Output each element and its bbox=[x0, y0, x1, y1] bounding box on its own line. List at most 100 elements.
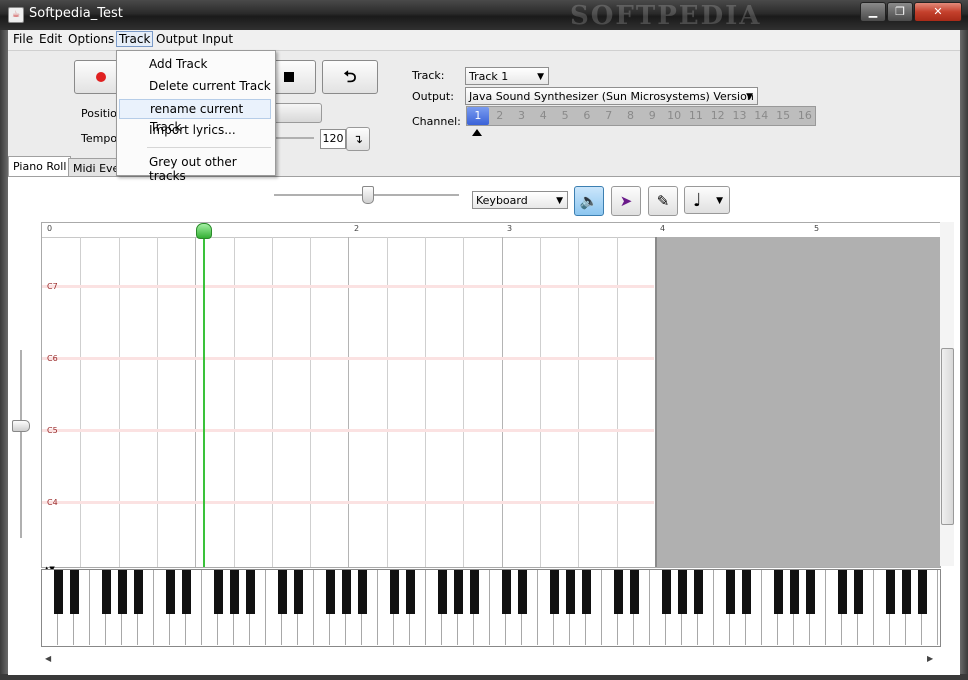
minimize-button[interactable]: ▁ bbox=[860, 2, 886, 22]
octave-line bbox=[42, 429, 654, 432]
black-key[interactable] bbox=[694, 570, 703, 614]
scroll-left-icon[interactable]: ◀ bbox=[45, 654, 51, 663]
piano-roll-grid[interactable]: 0 1 2 3 4 5 C7 C6 C5 C4 bbox=[41, 222, 941, 568]
close-button[interactable]: ✕ bbox=[914, 2, 962, 22]
speaker-toggle[interactable]: 🔈 bbox=[574, 186, 604, 216]
black-key[interactable] bbox=[582, 570, 591, 614]
bar-ruler[interactable]: 0 1 2 3 4 5 bbox=[42, 223, 940, 238]
black-key[interactable] bbox=[102, 570, 111, 614]
stop-icon bbox=[284, 72, 294, 82]
black-key[interactable] bbox=[406, 570, 415, 614]
black-key[interactable] bbox=[886, 570, 895, 614]
black-key[interactable] bbox=[774, 570, 783, 614]
select-tool-button[interactable]: ➤ bbox=[611, 186, 641, 216]
black-key[interactable] bbox=[214, 570, 223, 614]
black-key[interactable] bbox=[390, 570, 399, 614]
maximize-button[interactable]: ❐ bbox=[887, 2, 913, 22]
rewind-button[interactable]: ⮌ bbox=[322, 60, 378, 94]
black-key[interactable] bbox=[662, 570, 671, 614]
menu-input[interactable]: Input bbox=[200, 32, 235, 46]
black-key[interactable] bbox=[326, 570, 335, 614]
roll-vertical-scrollbar[interactable] bbox=[940, 222, 954, 566]
channel-11[interactable]: 11 bbox=[685, 107, 707, 125]
channel-15[interactable]: 15 bbox=[772, 107, 794, 125]
input-mode-select[interactable]: Keyboard ▼ bbox=[472, 191, 568, 209]
out-of-range-area bbox=[655, 237, 940, 567]
playhead-handle[interactable] bbox=[196, 223, 212, 239]
black-key[interactable] bbox=[726, 570, 735, 614]
black-key[interactable] bbox=[70, 570, 79, 614]
black-key[interactable] bbox=[454, 570, 463, 614]
channel-6[interactable]: 6 bbox=[576, 107, 598, 125]
black-key[interactable] bbox=[342, 570, 351, 614]
java-app-icon: ☕ bbox=[8, 7, 24, 23]
black-key[interactable] bbox=[550, 570, 559, 614]
black-key[interactable] bbox=[742, 570, 751, 614]
black-key[interactable] bbox=[838, 570, 847, 614]
black-key[interactable] bbox=[230, 570, 239, 614]
roll-vertical-scroll-thumb[interactable] bbox=[941, 348, 954, 525]
pencil-icon: ✎ bbox=[656, 192, 670, 210]
channel-9[interactable]: 9 bbox=[641, 107, 663, 125]
menu-output[interactable]: Output bbox=[154, 32, 200, 46]
vertical-zoom-thumb[interactable] bbox=[12, 420, 30, 432]
zoom-slider-thumb[interactable] bbox=[362, 186, 374, 204]
black-key[interactable] bbox=[902, 570, 911, 614]
menu-rename-current-track[interactable]: rename current Track bbox=[119, 99, 271, 134]
black-key[interactable] bbox=[790, 570, 799, 614]
channel-7[interactable]: 7 bbox=[598, 107, 620, 125]
piano-keyboard[interactable] bbox=[41, 569, 941, 647]
menu-file[interactable]: File bbox=[11, 32, 35, 46]
black-key[interactable] bbox=[294, 570, 303, 614]
tempo-apply-button[interactable]: ↴ bbox=[346, 127, 370, 151]
scroll-right-icon[interactable]: ▶ bbox=[927, 654, 933, 663]
menu-add-track[interactable]: Add Track bbox=[149, 57, 207, 71]
channel-1[interactable]: 1 bbox=[467, 107, 489, 125]
roll-horizontal-scrollbar[interactable]: ◀ ▶ bbox=[41, 652, 939, 666]
menu-delete-current-track[interactable]: Delete current Track bbox=[149, 79, 271, 93]
output-select[interactable]: Java Sound Synthesizer (Sun Microsystems… bbox=[465, 87, 758, 121]
black-key[interactable] bbox=[246, 570, 255, 614]
black-key[interactable] bbox=[278, 570, 287, 614]
tab-midi-events[interactable]: Midi Events bbox=[68, 158, 122, 177]
track-select[interactable]: Track 1 ▼ bbox=[465, 67, 549, 85]
black-key[interactable] bbox=[166, 570, 175, 614]
black-key[interactable] bbox=[918, 570, 927, 614]
channel-3[interactable]: 3 bbox=[511, 107, 533, 125]
black-key[interactable] bbox=[614, 570, 623, 614]
black-key[interactable] bbox=[134, 570, 143, 614]
black-key[interactable] bbox=[854, 570, 863, 614]
channel-4[interactable]: 4 bbox=[532, 107, 554, 125]
tempo-field[interactable]: 120 bbox=[320, 129, 346, 149]
black-key[interactable] bbox=[502, 570, 511, 614]
black-key[interactable] bbox=[438, 570, 447, 614]
menu-track[interactable]: Track bbox=[116, 31, 154, 47]
black-key[interactable] bbox=[182, 570, 191, 614]
menu-import-lyrics[interactable]: Import lyrics... bbox=[149, 123, 236, 137]
black-key[interactable] bbox=[358, 570, 367, 614]
channel-10[interactable]: 10 bbox=[663, 107, 685, 125]
channel-14[interactable]: 14 bbox=[750, 107, 772, 125]
channel-8[interactable]: 8 bbox=[620, 107, 642, 125]
channel-2[interactable]: 2 bbox=[489, 107, 511, 125]
black-key[interactable] bbox=[518, 570, 527, 614]
black-key[interactable] bbox=[806, 570, 815, 614]
menu-edit[interactable]: Edit bbox=[37, 32, 64, 46]
black-key[interactable] bbox=[54, 570, 63, 614]
black-key[interactable] bbox=[566, 570, 575, 614]
black-key[interactable] bbox=[630, 570, 639, 614]
channel-16[interactable]: 16 bbox=[794, 107, 816, 125]
black-key[interactable] bbox=[118, 570, 127, 614]
channel-12[interactable]: 12 bbox=[707, 107, 729, 125]
menu-grey-out-other-tracks[interactable]: Grey out other tracks bbox=[149, 155, 275, 183]
chevron-down-icon: ▼ bbox=[716, 196, 723, 206]
menu-options[interactable]: Options bbox=[66, 32, 116, 46]
channel-13[interactable]: 13 bbox=[729, 107, 751, 125]
tab-piano-roll[interactable]: Piano Roll bbox=[8, 156, 72, 177]
black-key[interactable] bbox=[470, 570, 479, 614]
position-slider[interactable] bbox=[272, 103, 322, 123]
channel-5[interactable]: 5 bbox=[554, 107, 576, 125]
black-key[interactable] bbox=[678, 570, 687, 614]
note-length-select[interactable]: ♩ ▼ bbox=[684, 186, 730, 214]
pencil-tool-button[interactable]: ✎ bbox=[648, 186, 678, 216]
